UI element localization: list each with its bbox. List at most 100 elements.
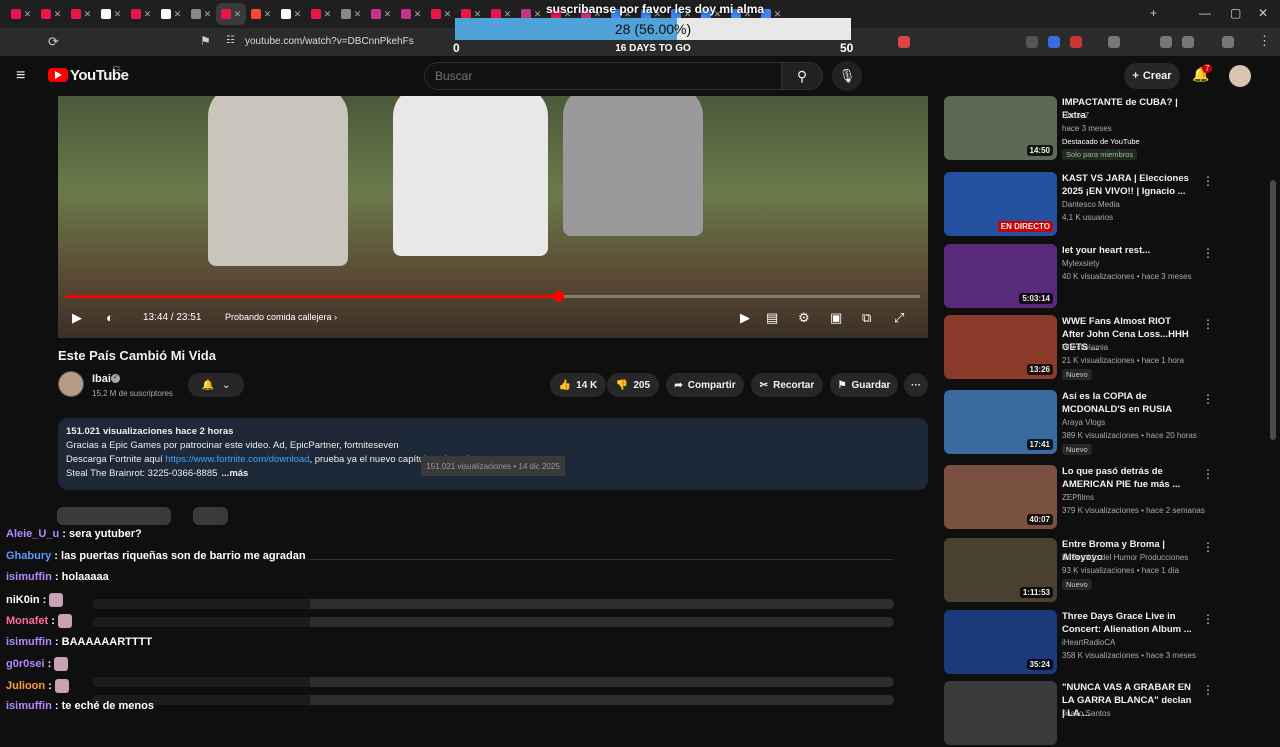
tab-close-icon[interactable]: ✕	[54, 9, 62, 20]
browser-tab[interactable]: ✕	[216, 3, 246, 25]
search-button[interactable]: ⚲	[781, 62, 823, 90]
video-player[interactable]: ▶ ◐ 13:44 / 23:51 Probando comida callej…	[58, 96, 928, 338]
related-video-item[interactable]: 17:41 Así es la COPIA de MCDONALD'S en RU…	[944, 390, 1214, 456]
save-button[interactable]: ⚑ Guardar	[830, 373, 898, 397]
chat-username[interactable]: niK0in	[6, 593, 40, 605]
browser-tab[interactable]: ✕	[36, 3, 66, 25]
tab-close-icon[interactable]: ✕	[24, 9, 32, 20]
related-video-title[interactable]: KAST VS JARA | Elecciones 2025 ¡EN VIVO!…	[1062, 172, 1194, 198]
minimize-icon[interactable]: —	[1199, 6, 1211, 20]
tab-close-icon[interactable]: ✕	[264, 9, 272, 20]
tab-close-icon[interactable]: ✕	[324, 9, 332, 20]
more-options-icon[interactable]: ⋮	[1202, 683, 1214, 697]
account-avatar[interactable]	[1229, 65, 1251, 87]
browser-tab[interactable]: ✕	[306, 3, 336, 25]
related-video-channel[interactable]: Araya Vlogs	[1062, 418, 1105, 427]
channel-name[interactable]: Ibai	[92, 373, 111, 385]
browser-tab[interactable]: ✕	[66, 3, 96, 25]
tab-close-icon[interactable]: ✕	[84, 9, 92, 20]
related-video-channel[interactable]: Wrestlelamia	[1062, 343, 1108, 352]
browser-menu-icon[interactable]: ⋮	[1258, 33, 1271, 49]
related-video-title[interactable]: Así es la COPIA de MCDONALD'S en RUSIA	[1062, 390, 1194, 416]
tab-close-icon[interactable]: ✕	[294, 9, 302, 20]
extension-icon[interactable]	[1070, 36, 1082, 48]
extension-brave-icon[interactable]	[898, 36, 910, 48]
browser-tab[interactable]: ✕	[96, 3, 126, 25]
extension-icon[interactable]	[1048, 36, 1060, 48]
related-video-item[interactable]: 14:50 IMPACTANTE de CUBA? | Extra Claux.7 h…	[944, 96, 1214, 162]
more-options-icon[interactable]: ⋮	[1202, 612, 1214, 626]
related-video-channel[interactable]: iHeartRadioCA	[1062, 638, 1115, 647]
browser-tab[interactable]: ✕	[426, 3, 456, 25]
cast-icon[interactable]: ⧉	[862, 310, 871, 326]
share-button[interactable]: ➦ Compartir	[666, 373, 744, 397]
related-video-title[interactable]: Lo que pasó detrás de AMERICAN PIE fue m…	[1062, 465, 1194, 491]
chat-username[interactable]: Aleie_U_u	[6, 528, 59, 540]
scrollbar[interactable]	[1270, 180, 1276, 440]
create-button[interactable]: + Crear	[1124, 63, 1180, 89]
related-video-item[interactable]: 1:11:53 Entre Broma y Broma | Altoyoyo El …	[944, 538, 1214, 604]
related-video-item[interactable]: 35:24 Three Days Grace Live in Concert: A…	[944, 610, 1214, 676]
settings-gear-icon[interactable]: ⚙	[798, 310, 810, 326]
related-video-title[interactable]: Three Days Grace Live in Concert: Aliena…	[1062, 610, 1194, 636]
subscription-bell-button[interactable]: 🔔 ⌄	[188, 373, 244, 397]
bookmark-icon[interactable]: ⚑	[200, 34, 211, 48]
fullscreen-icon[interactable]: ⤢	[894, 310, 904, 326]
browser-tab[interactable]: ✕	[276, 3, 306, 25]
video-thumbnail[interactable]	[944, 681, 1057, 745]
chat-username[interactable]: isimuffin	[6, 636, 52, 648]
browser-tab[interactable]: ✕	[126, 3, 156, 25]
site-info-icon[interactable]: ☷	[226, 35, 235, 46]
show-more-button[interactable]: ...más	[221, 468, 248, 479]
browser-tab[interactable]: ✕	[336, 3, 366, 25]
tab-close-icon[interactable]: ✕	[384, 9, 392, 20]
video-thumbnail[interactable]: EN DIRECTO	[944, 172, 1057, 236]
miniplayer-icon[interactable]: ▣	[830, 310, 842, 326]
browser-tab[interactable]: ✕	[6, 3, 36, 25]
more-actions-button[interactable]: ···	[904, 373, 928, 397]
video-thumbnail[interactable]: 40:07	[944, 465, 1057, 529]
chat-username[interactable]: isimuffin	[6, 571, 52, 583]
hamburger-menu-icon[interactable]: ≡	[16, 67, 25, 85]
related-video-item[interactable]: 13:26 WWE Fans Almost RIOT After John Cen…	[944, 315, 1214, 381]
extensions-puzzle-icon[interactable]	[1108, 36, 1120, 48]
tab-close-icon[interactable]: ✕	[444, 9, 452, 20]
related-video-item[interactable]: 5:03:14 let your heart rest... Mylexsiety 4…	[944, 244, 1214, 310]
reload-icon[interactable]: ⟳	[48, 34, 59, 50]
chat-username[interactable]: Monafet	[6, 615, 48, 627]
related-video-channel[interactable]: Claux.7	[1062, 111, 1089, 120]
seek-handle[interactable]	[552, 291, 564, 302]
subtitles-icon[interactable]: ▤	[766, 310, 778, 326]
more-options-icon[interactable]: ⋮	[1202, 540, 1214, 554]
channel-avatar[interactable]	[58, 371, 84, 397]
more-options-icon[interactable]: ⋮	[1202, 174, 1214, 188]
chat-username[interactable]: Ghabury	[6, 550, 51, 562]
maximize-icon[interactable]: ▢	[1230, 6, 1241, 20]
tab-close-icon[interactable]: ✕	[354, 9, 362, 20]
related-video-channel[interactable]: Dantesco Media	[1062, 200, 1120, 209]
related-video-channel[interactable]: El Sentido del Humor Producciones	[1062, 553, 1188, 562]
chat-username[interactable]: g0r0sei	[6, 658, 45, 670]
browser-tab[interactable]: ✕	[366, 3, 396, 25]
more-options-icon[interactable]: ⋮	[1202, 467, 1214, 481]
related-video-item[interactable]: 40:07 Lo que pasó detrás de AMERICAN PIE …	[944, 465, 1214, 531]
sidepanel-icon[interactable]	[1182, 36, 1194, 48]
voice-search-button[interactable]: 🎙	[832, 61, 862, 91]
related-video-channel[interactable]: ZEPfilms	[1062, 493, 1094, 502]
tab-close-icon[interactable]: ✕	[414, 9, 422, 20]
video-thumbnail[interactable]: 5:03:14	[944, 244, 1057, 308]
browser-tab[interactable]: ✕	[396, 3, 426, 25]
media-icon[interactable]	[1160, 36, 1172, 48]
chat-username[interactable]: isimuffin	[6, 700, 52, 712]
more-options-icon[interactable]: ⋮	[1202, 317, 1214, 331]
play-icon[interactable]: ▶	[72, 310, 82, 326]
more-options-icon[interactable]: ⋮	[1202, 392, 1214, 406]
browser-tab[interactable]: ✕	[186, 3, 216, 25]
seek-bar[interactable]	[66, 291, 920, 302]
video-thumbnail[interactable]: 1:11:53	[944, 538, 1057, 602]
tab-close-icon[interactable]: ✕	[204, 9, 212, 20]
browser-tab[interactable]: ✕	[156, 3, 186, 25]
video-thumbnail[interactable]: 13:26	[944, 315, 1057, 379]
volume-icon[interactable]: ◐	[106, 310, 114, 325]
more-options-icon[interactable]: ⋮	[1202, 246, 1214, 260]
